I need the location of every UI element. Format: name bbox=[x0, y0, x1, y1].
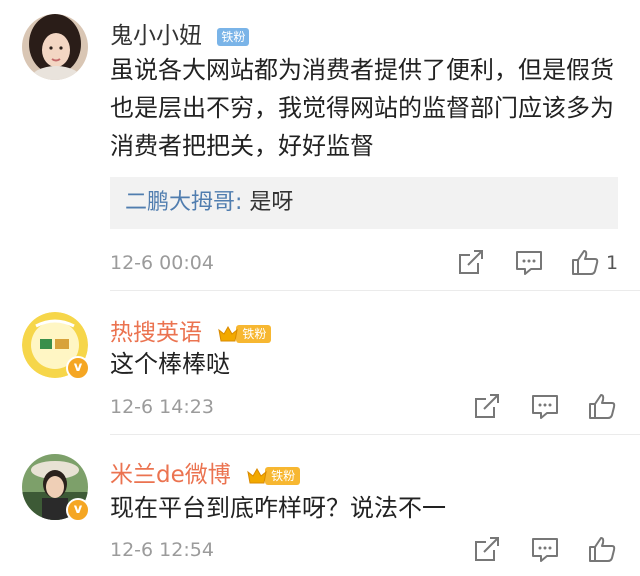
reply-preview[interactable]: 二鹏大拇哥: 是呀 bbox=[110, 177, 618, 229]
share-button[interactable] bbox=[472, 393, 502, 421]
verified-v-icon: v bbox=[66, 356, 90, 380]
like-button[interactable] bbox=[587, 392, 617, 420]
reply-text: 是呀 bbox=[249, 190, 294, 215]
fan-badge-label: 铁粉 bbox=[217, 27, 250, 46]
username-text[interactable]: 热搜英语 bbox=[110, 320, 202, 346]
fan-badge: 铁粉 bbox=[217, 27, 250, 46]
username[interactable]: 热搜英语 铁粉 bbox=[110, 313, 272, 347]
avatar[interactable]: v bbox=[22, 454, 90, 522]
fan-badge: 铁粉 bbox=[246, 466, 301, 486]
timestamp: 12-6 00:04 bbox=[110, 252, 214, 274]
avatar[interactable]: v bbox=[22, 312, 90, 380]
avatar[interactable] bbox=[22, 14, 88, 80]
reply-separator: : bbox=[235, 190, 250, 215]
share-icon bbox=[475, 537, 499, 561]
username[interactable]: 鬼小小妞 铁粉 bbox=[110, 16, 250, 50]
reply-author[interactable]: 二鹏大拇哥 bbox=[125, 190, 235, 215]
comment-button[interactable] bbox=[514, 249, 544, 277]
comment-text: 现在平台到底咋样呀？说法不一 bbox=[110, 494, 446, 522]
comment-text: 虽说各大网站都为消费者提供了便利，但是假货也是层出不穷，我觉得网站的监督部门应该… bbox=[110, 56, 614, 160]
thumbs-up-icon bbox=[589, 394, 616, 419]
share-icon bbox=[475, 394, 499, 418]
crown-icon bbox=[246, 466, 268, 486]
crown-icon bbox=[217, 324, 239, 344]
username-text[interactable]: 鬼小小妞 bbox=[110, 23, 202, 49]
comment-text: 这个棒棒哒 bbox=[110, 350, 230, 378]
comment-icon bbox=[532, 395, 558, 419]
share-button[interactable] bbox=[472, 536, 502, 564]
thumbs-up-icon bbox=[572, 250, 599, 275]
comment-button[interactable] bbox=[530, 393, 560, 421]
comment-button[interactable] bbox=[530, 536, 560, 564]
fan-badge: 铁粉 bbox=[217, 324, 272, 344]
like-count: 1 bbox=[606, 252, 619, 274]
fan-badge-label: 铁粉 bbox=[236, 324, 272, 343]
like-button[interactable] bbox=[570, 248, 600, 276]
comment-item: 鬼小小妞 铁粉 虽说各大网站都为消费者提供了便利，但是假货也是层出不穷，我觉得网… bbox=[0, 0, 640, 290]
comment-icon bbox=[516, 251, 542, 275]
verified-v-icon: v bbox=[66, 498, 90, 522]
timestamp: 12-6 14:23 bbox=[110, 396, 214, 418]
share-icon bbox=[459, 250, 483, 274]
username[interactable]: 米兰de微博 铁粉 bbox=[110, 455, 301, 489]
comment-icon bbox=[532, 538, 558, 562]
comment-item: v 热搜英语 铁粉 这个棒棒哒 12-6 14:23 bbox=[0, 290, 640, 434]
fan-badge-label: 铁粉 bbox=[265, 466, 301, 485]
timestamp: 12-6 12:54 bbox=[110, 539, 214, 561]
thumbs-up-icon bbox=[589, 537, 616, 562]
share-button[interactable] bbox=[456, 249, 486, 277]
like-button[interactable] bbox=[587, 535, 617, 563]
username-text[interactable]: 米兰de微博 bbox=[110, 462, 231, 488]
comment-item: v 米兰de微博 铁粉 现在平台到底咋样呀？说法不一 12-6 12:54 bbox=[0, 434, 640, 576]
